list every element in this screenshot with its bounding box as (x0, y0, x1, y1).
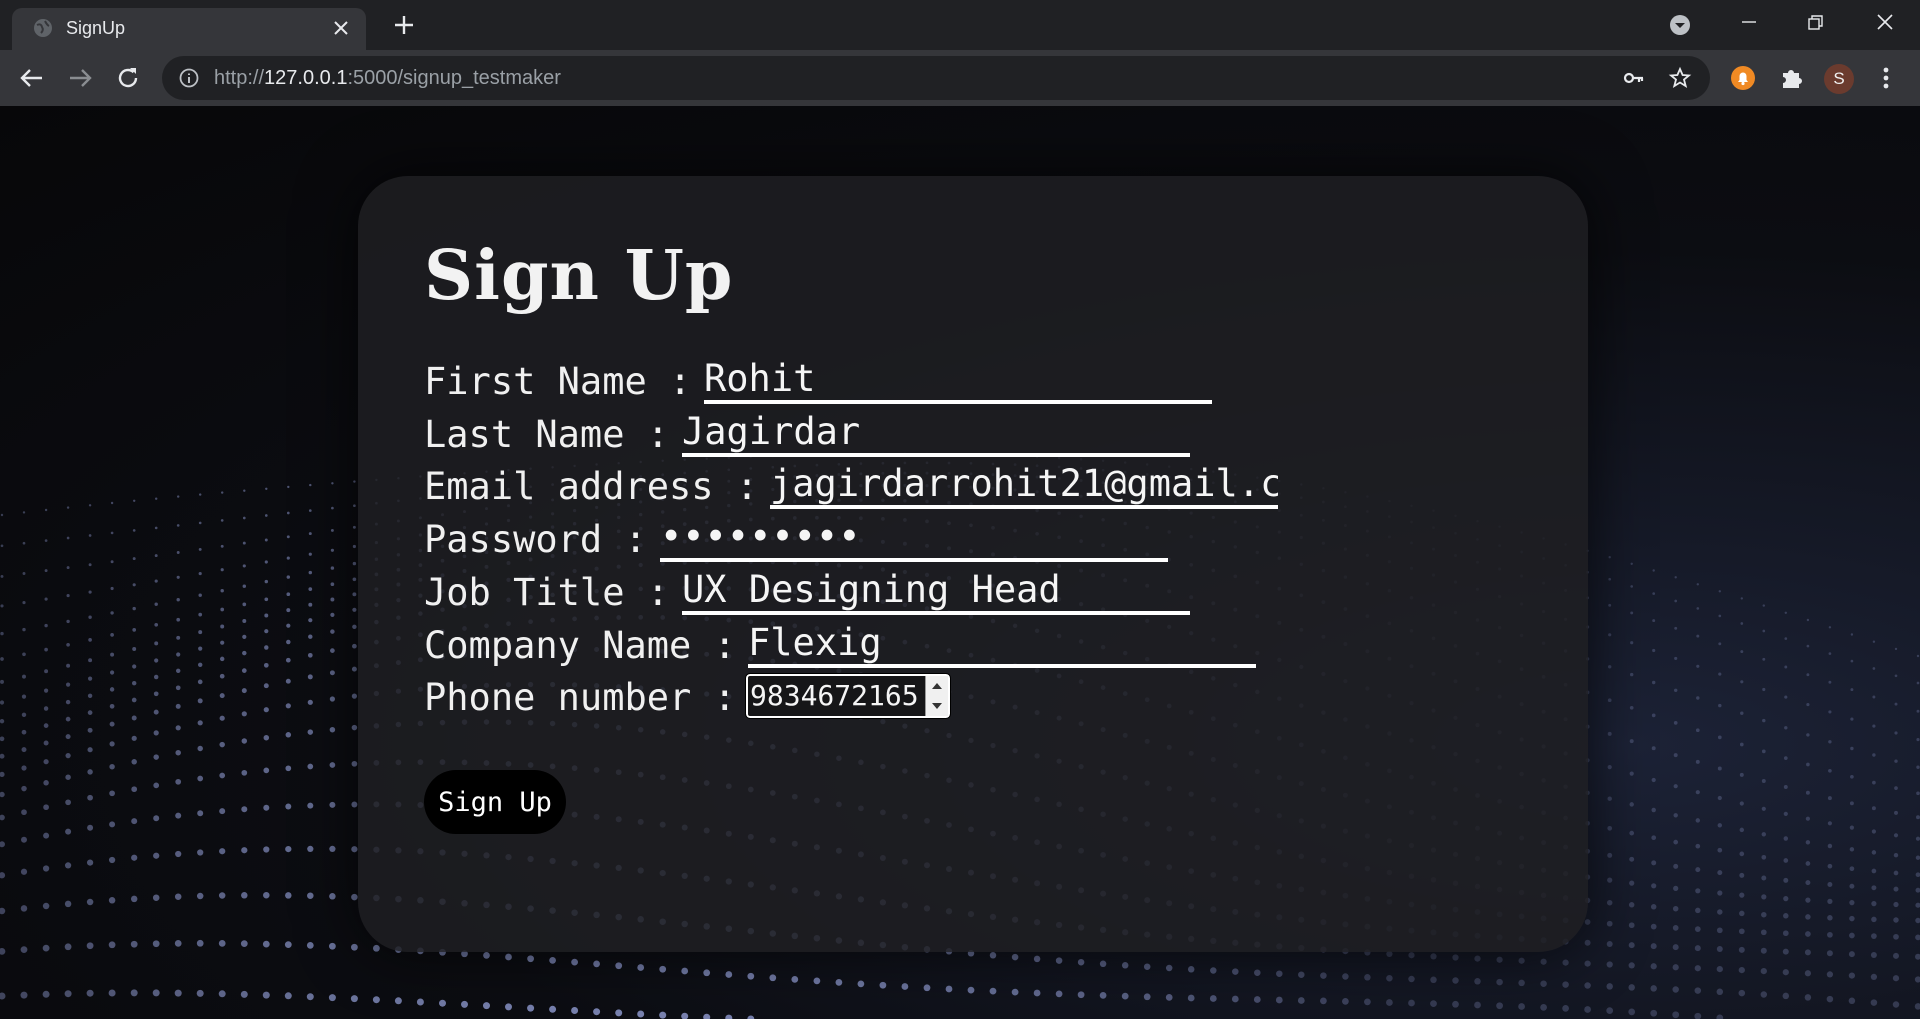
email-input[interactable]: jagirdarrohit21@gmail.com (770, 461, 1278, 509)
restore-icon[interactable] (1801, 8, 1831, 38)
tab-search-icon[interactable] (1668, 13, 1692, 37)
company-label: Company Name : (424, 624, 736, 667)
close-icon[interactable] (332, 19, 350, 37)
url-host: 127.0.0.1 (264, 67, 348, 89)
page-title: Sign Up (424, 236, 734, 316)
signup-button[interactable]: Sign Up (424, 770, 566, 834)
company-row: Company Name : Flexig (424, 620, 1256, 672)
notification-extension-icon[interactable] (1729, 64, 1757, 92)
password-label: Password : (424, 518, 647, 561)
url-scheme: http:// (214, 67, 265, 89)
password-input[interactable]: ••••••••• (660, 514, 1168, 562)
key-icon[interactable] (1622, 66, 1646, 90)
url-path: :5000/signup_testmaker (347, 67, 561, 89)
email-row: Email address : jagirdarrohit21@gmail.co… (424, 461, 1278, 513)
password-row: Password : ••••••••• (424, 514, 1168, 566)
back-icon[interactable] (18, 64, 46, 92)
star-icon[interactable] (1668, 66, 1692, 90)
last-name-label: Last Name : (424, 413, 670, 456)
reload-icon[interactable] (114, 64, 142, 92)
puzzle-icon[interactable] (1778, 64, 1806, 92)
globe-icon (34, 19, 52, 37)
spin-up-icon[interactable] (926, 676, 948, 696)
phone-input[interactable]: 9834672165 (748, 676, 924, 716)
browser-toolbar: http://127.0.0.1:5000/signup_testmaker S (0, 50, 1920, 106)
address-bar[interactable]: http://127.0.0.1:5000/signup_testmaker (162, 56, 1710, 100)
kebab-menu-icon[interactable] (1872, 64, 1900, 92)
spin-down-icon[interactable] (926, 696, 948, 716)
forward-icon[interactable] (66, 64, 94, 92)
email-label: Email address : (424, 465, 759, 508)
tab-strip: SignUp (0, 0, 1920, 50)
profile-avatar[interactable]: S (1824, 64, 1854, 94)
phone-stepper[interactable] (925, 676, 948, 716)
job-title-row: Job Title : UX Designing Head (424, 567, 1190, 619)
info-icon[interactable] (178, 67, 200, 89)
browser-tab[interactable]: SignUp (12, 8, 366, 50)
url-text[interactable]: http://127.0.0.1:5000/signup_testmaker (214, 67, 561, 90)
phone-number-field: 9834672165 (745, 673, 951, 719)
last-name-row: Last Name : Jagirdar (424, 409, 1190, 461)
first-name-row: First Name : Rohit (424, 356, 1212, 408)
tab-title: SignUp (66, 18, 126, 38)
minimize-icon[interactable] (1734, 8, 1764, 38)
signup-card: Sign Up First Name : Rohit Last Name : J… (358, 176, 1588, 952)
plus-icon[interactable] (392, 13, 416, 37)
window-close-icon[interactable] (1870, 8, 1900, 38)
job-title-label: Job Title : (424, 571, 670, 614)
page-viewport: Sign Up First Name : Rohit Last Name : J… (0, 106, 1920, 1019)
phone-label: Phone number : (424, 676, 736, 719)
first-name-label: First Name : (424, 360, 692, 403)
first-name-input[interactable]: Rohit (704, 356, 1212, 404)
job-title-input[interactable]: UX Designing Head (682, 567, 1190, 615)
company-input[interactable]: Flexig (748, 620, 1256, 668)
phone-row: Phone number : 9834672165 (424, 672, 951, 724)
last-name-input[interactable]: Jagirdar (682, 409, 1190, 457)
